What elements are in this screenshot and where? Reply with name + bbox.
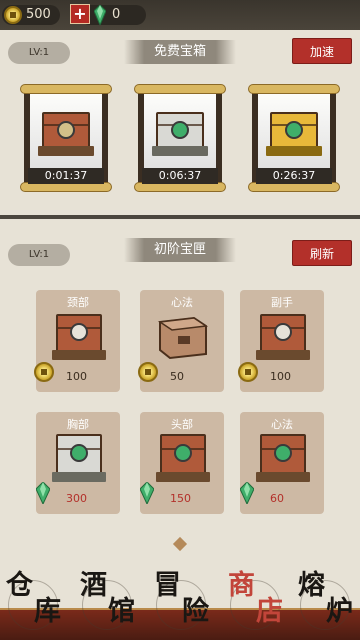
coin-icon — [138, 362, 158, 382]
nav-label: 险 — [182, 596, 209, 627]
chest-timer: 0:01:37 — [28, 168, 104, 184]
item-price: 100 — [270, 370, 291, 383]
shop-title: 初阶宝匣 — [124, 238, 236, 262]
bronze-chest-icon — [156, 434, 210, 482]
frame-bar — [248, 84, 340, 94]
top-status-bar: 500 + 0 — [0, 0, 360, 30]
item-price: 150 — [170, 492, 191, 505]
page-indicator — [172, 536, 188, 552]
nav-label: 炉 — [326, 596, 353, 627]
chest-timer: 0:06:37 — [142, 168, 218, 184]
bronze-chest-icon — [38, 112, 94, 156]
gem-icon — [240, 482, 254, 504]
bronze-chest-icon — [52, 314, 106, 360]
speed-up-button[interactable]: 加速 — [292, 38, 352, 64]
coin-amount: 500 — [26, 7, 51, 22]
shop-item-head[interactable]: 头部 150 — [140, 412, 224, 514]
free-chest-level: LV:1 — [8, 42, 70, 64]
section-divider — [0, 215, 360, 219]
shop-item-chest[interactable]: 胸部 300 — [36, 412, 120, 514]
coin-icon — [34, 362, 54, 382]
gem-icon — [36, 482, 50, 504]
chest-timer: 0:26:37 — [256, 168, 332, 184]
item-name: 颈部 — [67, 296, 89, 309]
item-name: 副手 — [271, 296, 293, 309]
frame-bar — [134, 84, 226, 94]
item-price: 300 — [66, 492, 87, 505]
scroll-bag-icon — [157, 316, 209, 360]
nav-label: 酒 — [80, 570, 107, 601]
nav-forge[interactable]: 熔 炉 — [296, 570, 356, 636]
silver-chest-icon — [152, 112, 208, 156]
nav-label: 库 — [34, 596, 61, 627]
nav-tavern[interactable]: 酒 馆 — [78, 570, 138, 636]
nav-label: 冒 — [154, 570, 181, 601]
bottom-nav: 仓 库 酒 馆 冒 险 商 店 熔 炉 — [0, 570, 360, 640]
shop-level: LV:1 — [8, 244, 70, 266]
free-chest-title: 免费宝箱 — [124, 40, 236, 64]
refresh-button[interactable]: 刷新 — [292, 240, 352, 266]
add-gems-button[interactable]: + — [70, 4, 90, 24]
shop-header: LV:1 初阶宝匣 刷新 — [0, 232, 360, 272]
gem-icon — [94, 5, 106, 25]
shop-item-skill-2[interactable]: 心法 60 — [240, 412, 324, 514]
nav-label: 仓 — [6, 570, 33, 601]
item-price: 50 — [170, 370, 184, 383]
free-chest-slot-2[interactable]: 0:06:37 — [134, 84, 226, 194]
nav-adventure[interactable]: 冒 险 — [152, 570, 212, 636]
nav-label: 商 — [228, 570, 255, 601]
item-name: 头部 — [171, 418, 193, 431]
frame-bar — [20, 84, 112, 94]
nav-label: 馆 — [108, 596, 135, 627]
bronze-chest-icon — [256, 434, 310, 482]
gold-chest-icon — [266, 112, 322, 156]
item-name: 心法 — [271, 418, 293, 431]
silver-chest-icon — [52, 434, 106, 482]
item-name: 胸部 — [67, 418, 89, 431]
gem-icon — [140, 482, 154, 504]
gem-amount: 0 — [112, 7, 121, 22]
item-price: 60 — [270, 492, 284, 505]
bronze-chest-icon — [256, 314, 310, 360]
free-chest-slot-3[interactable]: 0:26:37 — [248, 84, 340, 194]
shop-item-neck[interactable]: 颈部 100 — [34, 290, 120, 392]
coin-icon — [238, 362, 258, 382]
nav-shop[interactable]: 商 店 — [226, 570, 286, 636]
coin-icon — [4, 6, 22, 24]
shop-item-offhand[interactable]: 副手 100 — [238, 290, 324, 392]
nav-label: 熔 — [298, 570, 325, 601]
free-chest-header: LV:1 免费宝箱 加速 — [0, 34, 360, 74]
nav-warehouse[interactable]: 仓 库 — [4, 570, 64, 636]
item-name: 心法 — [171, 296, 193, 309]
free-chest-slot-1[interactable]: 0:01:37 — [20, 84, 112, 194]
item-price: 100 — [66, 370, 87, 383]
nav-label: 店 — [256, 596, 283, 627]
shop-item-skill-1[interactable]: 心法 50 — [138, 290, 224, 392]
